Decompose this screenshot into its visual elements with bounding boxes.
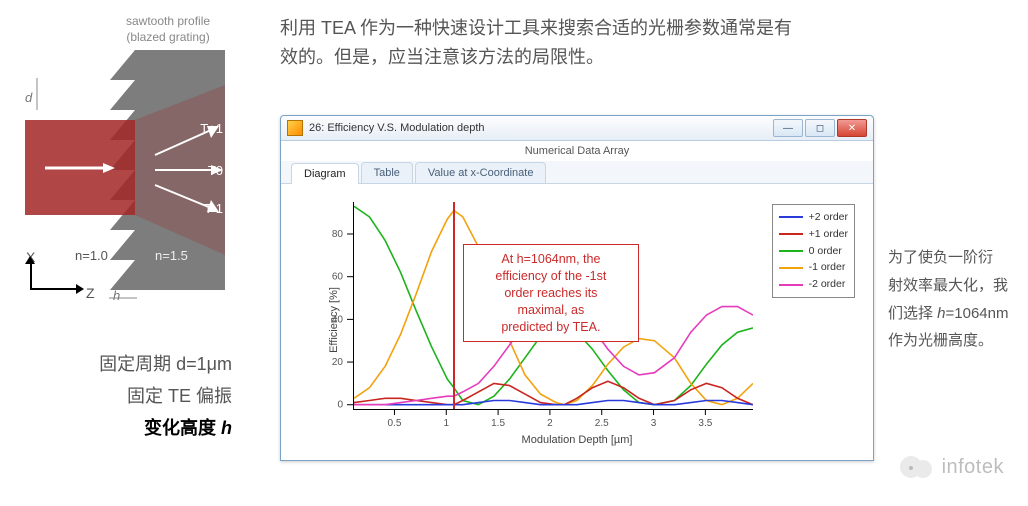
tab-diagram[interactable]: Diagram bbox=[291, 163, 359, 184]
blazed-grating-diagram: T+1 T0 T-1 d h n=1.0 n=1.5 bbox=[25, 30, 240, 300]
y-ticks: 0 20 40 60 80 bbox=[295, 202, 353, 409]
legend-item: 0 order bbox=[779, 243, 848, 260]
legend: +2 order +1 order 0 order -1 order -2 or… bbox=[772, 204, 855, 298]
tab-table[interactable]: Table bbox=[361, 162, 413, 183]
right-paragraph: 为了使负一阶衍 射效率最大化，我 们选择 h=1064nm 作为光栅高度。 bbox=[888, 244, 1028, 355]
legend-item: +1 order bbox=[779, 226, 848, 243]
app-icon bbox=[287, 120, 303, 136]
svg-text:0.5: 0.5 bbox=[388, 418, 402, 429]
callout-vline bbox=[453, 202, 455, 409]
param-period: 固定周期 d=1μm bbox=[0, 350, 232, 379]
svg-text:3: 3 bbox=[651, 418, 657, 429]
window-subtitle: Numerical Data Array bbox=[281, 141, 873, 161]
svg-text:40: 40 bbox=[332, 314, 344, 325]
svg-text:T+1: T+1 bbox=[200, 121, 223, 136]
svg-text:2.5: 2.5 bbox=[595, 418, 609, 429]
svg-text:2: 2 bbox=[547, 418, 553, 429]
svg-text:60: 60 bbox=[332, 272, 344, 283]
x-ticks: 0.5 1 1.5 2 2.5 3 3.5 bbox=[353, 410, 752, 446]
plot-area: Efficiency [%] Modulation Depth [µm] 020… bbox=[295, 194, 859, 446]
window-title: 26: Efficiency V.S. Modulation depth bbox=[309, 122, 485, 134]
chart-window: 26: Efficiency V.S. Modulation depth — ◻… bbox=[280, 115, 874, 461]
watermark: infotek bbox=[900, 454, 1004, 480]
svg-text:3.5: 3.5 bbox=[698, 418, 712, 429]
tab-value-at-x[interactable]: Value at x-Coordinate bbox=[415, 162, 547, 183]
close-button[interactable]: ✕ bbox=[837, 119, 867, 137]
minimize-button[interactable]: — bbox=[773, 119, 803, 137]
callout-box: At h=1064nm, theefficiency of the -1stor… bbox=[463, 244, 639, 342]
legend-item: -1 order bbox=[779, 259, 848, 276]
param-polarization: 固定 TE 偏振 bbox=[0, 382, 232, 411]
tab-strip: Diagram Table Value at x-Coordinate bbox=[281, 161, 873, 184]
svg-text:20: 20 bbox=[332, 357, 344, 368]
window-titlebar[interactable]: 26: Efficiency V.S. Modulation depth — ◻… bbox=[281, 116, 873, 141]
param-height: 变化高度 h bbox=[0, 414, 232, 443]
svg-text:1.5: 1.5 bbox=[491, 418, 505, 429]
svg-text:1: 1 bbox=[443, 418, 449, 429]
maximize-button[interactable]: ◻ bbox=[805, 119, 835, 137]
svg-text:n=1.0: n=1.0 bbox=[75, 248, 108, 263]
svg-text:T-1: T-1 bbox=[204, 201, 223, 216]
intro-paragraph: 利用 TEA 作为一种快速设计工具来搜索合适的光栅参数通常是有效的。但是，应当注… bbox=[280, 14, 800, 72]
wechat-icon bbox=[900, 454, 934, 480]
svg-text:n=1.5: n=1.5 bbox=[155, 248, 188, 263]
axis-z-label: Z bbox=[86, 282, 95, 304]
legend-item: +2 order bbox=[779, 209, 848, 226]
svg-text:T0: T0 bbox=[208, 163, 223, 178]
legend-item: -2 order bbox=[779, 276, 848, 293]
svg-text:d: d bbox=[25, 90, 33, 105]
svg-text:80: 80 bbox=[332, 229, 344, 240]
svg-text:0: 0 bbox=[337, 400, 343, 409]
svg-text:h: h bbox=[113, 288, 120, 300]
